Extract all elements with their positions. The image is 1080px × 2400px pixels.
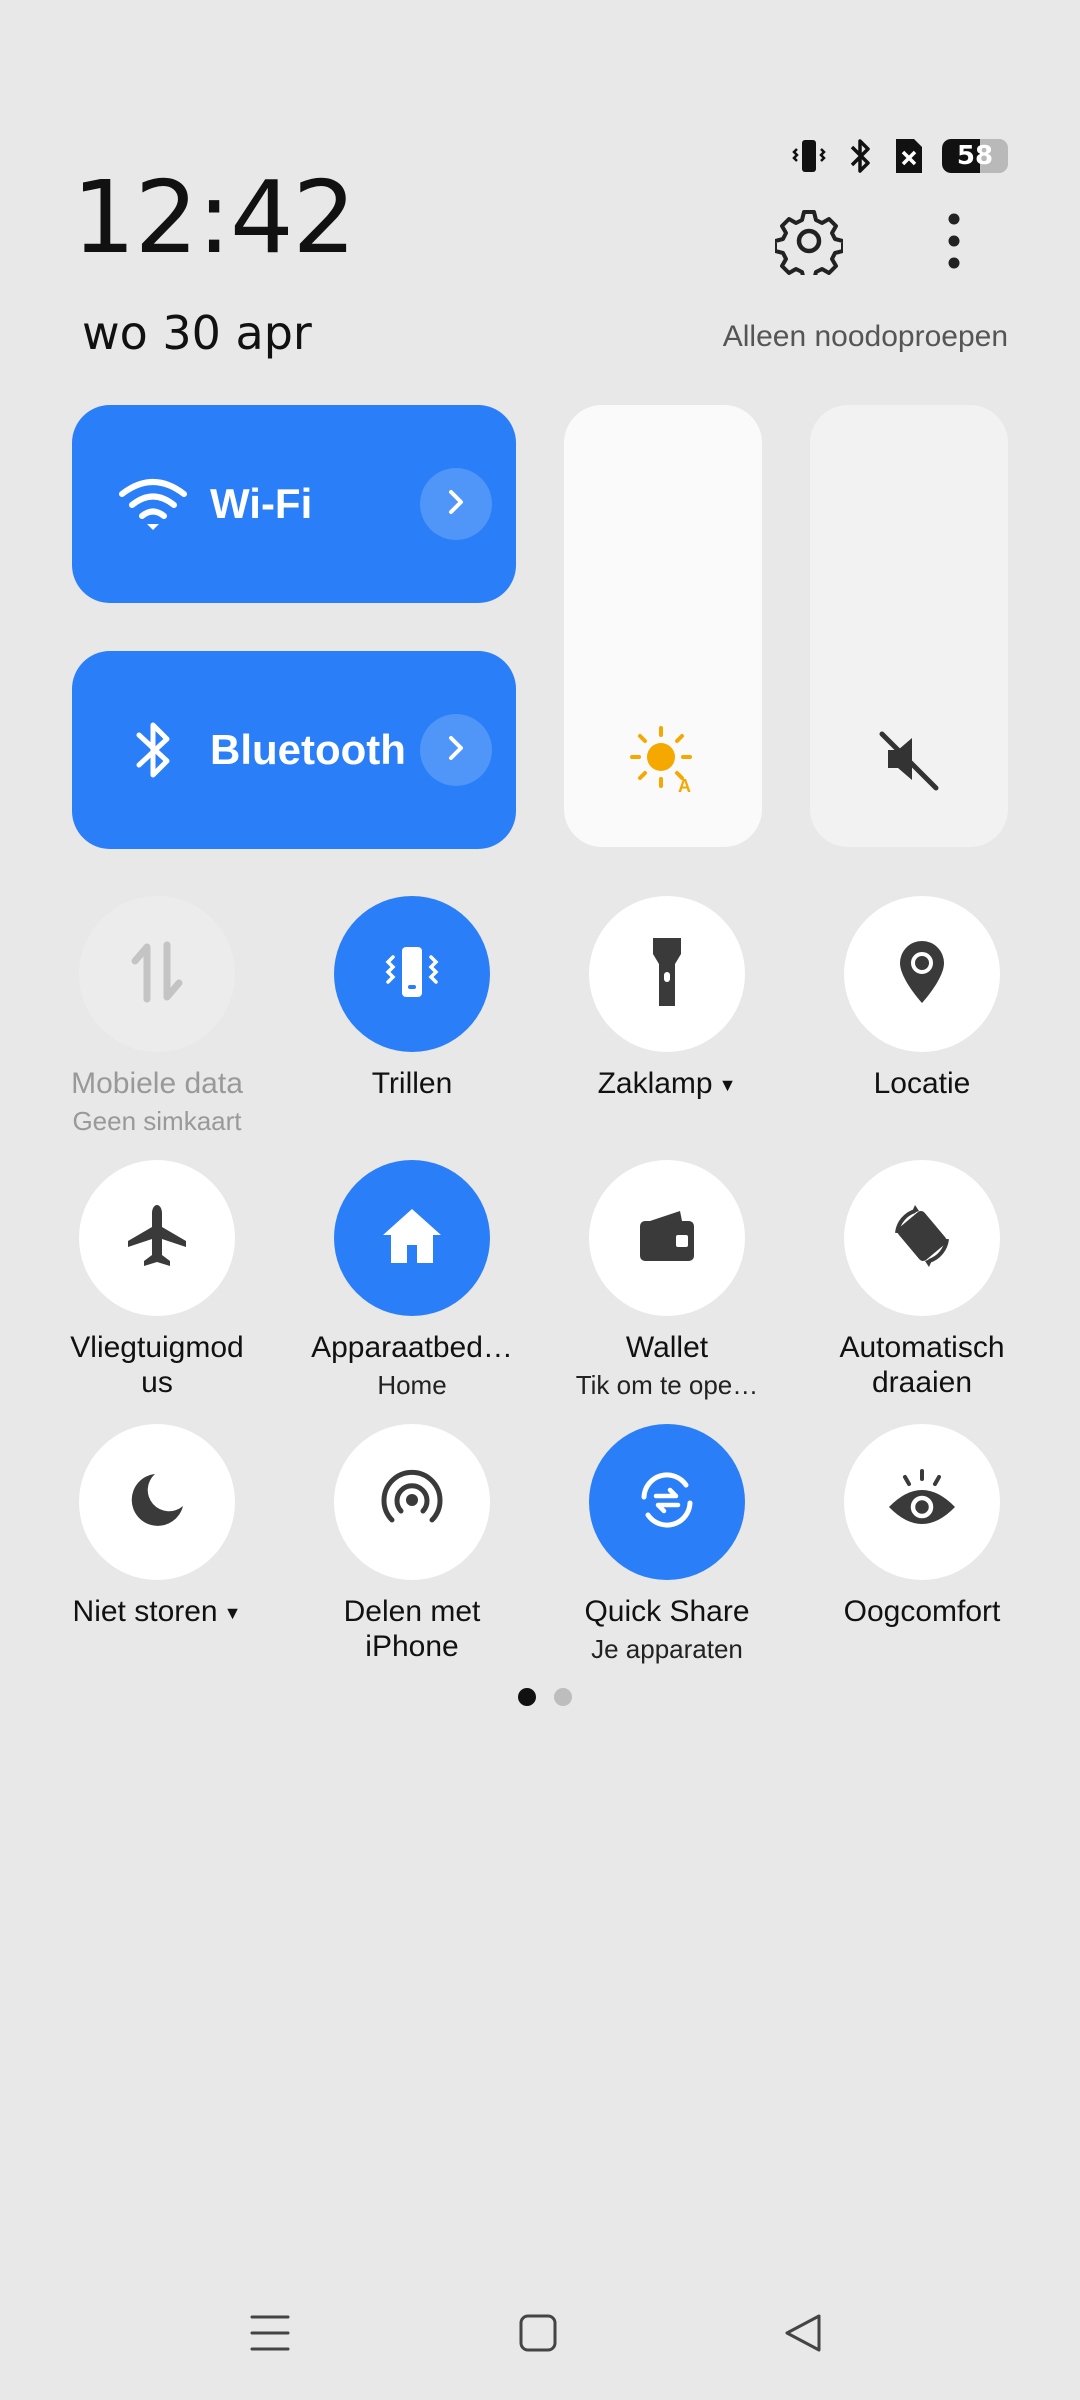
broadcast-icon	[377, 1465, 447, 1540]
wifi-tile[interactable]: Wi-Fi	[72, 405, 516, 603]
flashlight-label: Zaklamp	[597, 1067, 713, 1100]
battery-percent: 58	[956, 141, 994, 171]
battery-indicator: 58	[942, 139, 1008, 173]
clock-date: wo 30 apr	[82, 306, 312, 360]
wifi-details-button[interactable]	[420, 468, 492, 540]
more-vertical-icon	[947, 211, 961, 276]
auto-rotate-button[interactable]	[844, 1160, 1000, 1316]
vibrate-button[interactable]	[334, 896, 490, 1052]
back-button[interactable]	[763, 2300, 843, 2370]
clock-time: 12:42	[72, 159, 356, 276]
volume-muted-icon	[874, 724, 944, 799]
airplane-icon	[122, 1201, 192, 1276]
chevron-right-icon	[445, 733, 467, 768]
share-with-iphone-label: Delen met iPhone	[343, 1595, 481, 1663]
brightness-slider[interactable]: A	[564, 405, 762, 847]
mobile-data-sub: Geen simkaart	[72, 1106, 242, 1136]
mobile-data-icon	[127, 937, 187, 1012]
more-options-button[interactable]	[930, 206, 978, 280]
wallet-sub: Tik om te ope…	[575, 1370, 759, 1400]
do-not-disturb-label: Niet storen	[72, 1595, 218, 1628]
no-sim-icon	[892, 137, 924, 175]
device-controls-button[interactable]	[334, 1160, 490, 1316]
wallet-label: Wallet	[625, 1331, 709, 1364]
bluetooth-details-button[interactable]	[420, 714, 492, 786]
moon-icon	[125, 1468, 189, 1537]
do-not-disturb-button[interactable]	[79, 1424, 235, 1580]
page-dot-2[interactable]	[554, 1688, 572, 1706]
page-dot-1[interactable]	[518, 1688, 536, 1706]
share-with-iphone-button[interactable]	[334, 1424, 490, 1580]
wifi-label: Wi-Fi	[210, 480, 313, 527]
airplane-mode-button[interactable]	[79, 1160, 235, 1316]
tile-flashlight[interactable]: Zaklamp ▼	[547, 896, 787, 1103]
quick-share-label: Quick Share	[584, 1595, 750, 1628]
dropdown-caret-icon[interactable]: ▼	[224, 1603, 242, 1623]
tile-auto-rotate[interactable]: Automatisch draaien	[802, 1160, 1042, 1400]
gear-icon	[773, 207, 845, 282]
home-icon	[377, 1201, 447, 1276]
mobile-data-label: Mobiele data	[71, 1067, 243, 1100]
tile-eye-comfort[interactable]: Oogcomfort	[802, 1424, 1042, 1629]
status-bar: 58	[790, 136, 1008, 176]
device-controls-sub: Home	[377, 1370, 447, 1400]
chevron-right-icon	[445, 487, 467, 522]
vibrate-icon	[377, 937, 447, 1012]
bluetooth-label: Bluetooth	[210, 726, 406, 773]
location-pin-icon	[892, 937, 952, 1012]
menu-lines-icon	[250, 2313, 290, 2358]
tile-do-not-disturb[interactable]: Niet storen ▼	[37, 1424, 277, 1631]
wallet-icon	[632, 1201, 702, 1276]
auto-rotate-icon	[885, 1199, 959, 1278]
location-label: Locatie	[873, 1067, 971, 1100]
vibrate-status-icon	[790, 137, 828, 175]
eye-icon	[885, 1465, 959, 1540]
bluetooth-tile[interactable]: Bluetooth	[72, 651, 516, 849]
bluetooth-status-icon	[846, 137, 874, 175]
bluetooth-icon	[108, 717, 198, 783]
volume-slider[interactable]	[810, 405, 1008, 847]
back-triangle-icon	[783, 2313, 823, 2358]
flashlight-icon	[637, 932, 697, 1017]
quick-share-button[interactable]	[589, 1424, 745, 1580]
tile-airplane-mode[interactable]: Vliegtuigmodus	[37, 1160, 277, 1400]
airplane-mode-label: Vliegtuigmodus	[70, 1331, 244, 1399]
dropdown-caret-icon[interactable]: ▼	[719, 1075, 737, 1095]
home-button[interactable]	[498, 2300, 578, 2370]
page-indicator	[518, 1688, 572, 1706]
settings-button[interactable]	[772, 206, 846, 282]
svg-text:A: A	[678, 776, 691, 794]
wallet-button[interactable]	[589, 1160, 745, 1316]
vibrate-label: Trillen	[371, 1067, 453, 1100]
emergency-calls-only-text: Alleen noodoproepen	[722, 320, 1008, 353]
wifi-icon	[108, 476, 198, 532]
eye-comfort-button[interactable]	[844, 1424, 1000, 1580]
recents-button[interactable]	[230, 2300, 310, 2370]
tile-wallet[interactable]: Wallet Tik om te ope…	[547, 1160, 787, 1401]
quick-share-sub: Je apparaten	[591, 1634, 743, 1664]
auto-brightness-icon: A	[628, 724, 698, 799]
flashlight-button[interactable]	[589, 896, 745, 1052]
tile-location[interactable]: Locatie	[802, 896, 1042, 1101]
tile-device-controls[interactable]: Apparaatbed… Home	[292, 1160, 532, 1401]
square-icon	[518, 2313, 558, 2358]
tile-quick-share[interactable]: Quick Share Je apparaten	[547, 1424, 787, 1665]
tile-mobile-data[interactable]: Mobiele data Geen simkaart	[37, 896, 277, 1137]
eye-comfort-label: Oogcomfort	[843, 1595, 1001, 1628]
tile-vibrate[interactable]: Trillen	[292, 896, 532, 1101]
tile-share-with-iphone[interactable]: Delen met iPhone	[292, 1424, 532, 1664]
navigation-bar	[0, 2300, 1080, 2370]
mobile-data-button[interactable]	[79, 896, 235, 1052]
auto-rotate-label: Automatisch draaien	[839, 1331, 1005, 1399]
quick-share-icon	[632, 1465, 702, 1540]
location-button[interactable]	[844, 896, 1000, 1052]
device-controls-label: Apparaatbed…	[311, 1331, 513, 1364]
